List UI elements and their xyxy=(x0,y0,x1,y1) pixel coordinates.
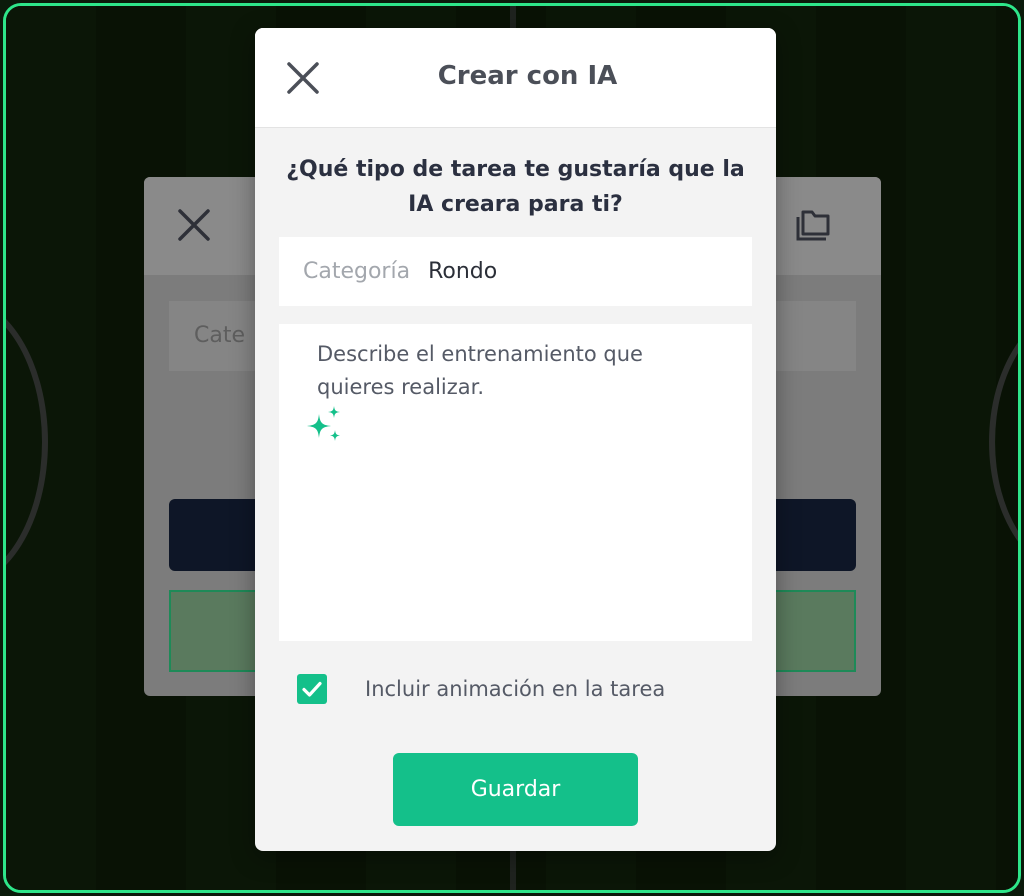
save-button[interactable]: Guardar xyxy=(393,753,638,826)
sparkle-icon xyxy=(307,406,340,441)
category-select[interactable]: Categoría Rondo xyxy=(279,237,752,306)
create-with-ai-dialog: Crear con IA ¿Qué tipo de tarea te gusta… xyxy=(255,28,776,851)
question-heading: ¿Qué tipo de tarea te gustaría que la IA… xyxy=(286,157,745,217)
category-value: Rondo xyxy=(428,259,498,284)
dialog-title: Crear con IA xyxy=(437,61,618,91)
description-textarea[interactable]: Describe el entrenamiento que quieres re… xyxy=(279,324,752,641)
include-animation-checkbox[interactable] xyxy=(297,674,327,704)
app-frame: Cate Crear con IA ¿Qué tipo de tarea te … xyxy=(3,3,1021,893)
checkmark-icon xyxy=(302,681,322,697)
dialog-header: Crear con IA xyxy=(255,28,776,128)
close-icon[interactable] xyxy=(285,60,321,96)
category-label: Categoría xyxy=(303,259,411,284)
include-animation-label[interactable]: Incluir animación en la tarea xyxy=(365,672,665,706)
background-close-icon xyxy=(178,209,210,241)
description-placeholder: Describe el entrenamiento que quieres re… xyxy=(317,342,643,399)
folder-icon xyxy=(796,210,830,241)
